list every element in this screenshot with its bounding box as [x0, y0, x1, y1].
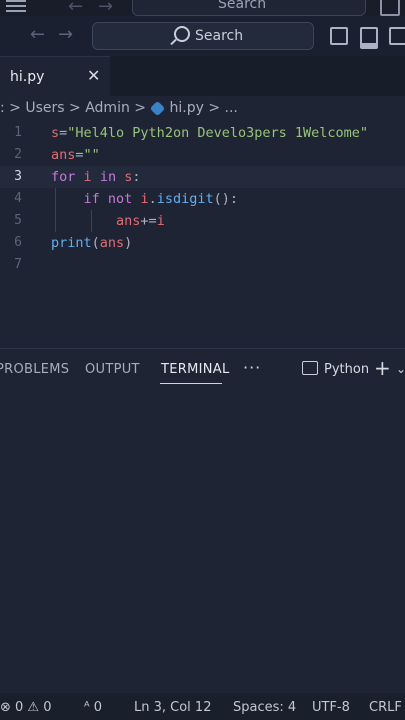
- breadcrumb-sep: >: [134, 100, 147, 116]
- line-number: 1: [14, 125, 22, 140]
- code-line[interactable]: 6 print(ans): [0, 232, 405, 254]
- line-number: 4: [14, 191, 22, 206]
- search-icon: [174, 26, 190, 42]
- line-number: 2: [14, 147, 22, 162]
- toggle-panel-icon[interactable]: [360, 27, 378, 49]
- code-line-active[interactable]: 3 for i in s:: [0, 166, 405, 188]
- line-code: if not i.isdigit():: [83, 191, 239, 207]
- tab-label: hi.py: [10, 69, 45, 85]
- line-number: 6: [14, 235, 22, 250]
- line-code: for i in s:: [51, 169, 141, 185]
- tab-output[interactable]: OUTPUT: [85, 362, 140, 377]
- code-line[interactable]: 1 s="Hel4lo Pyth2on Develo3pers 1Welcome…: [0, 122, 405, 144]
- code-line[interactable]: 4 if not i.isdigit():: [0, 188, 405, 210]
- ghost-back-arrow-icon: ←: [68, 0, 84, 17]
- breadcrumb-sep: >: [208, 100, 221, 116]
- line-number: 3: [14, 169, 22, 184]
- breadcrumb-sep: >: [9, 100, 21, 116]
- line-number: 5: [14, 213, 22, 228]
- line-number: 7: [14, 257, 22, 272]
- indent-guide: [91, 210, 92, 232]
- code-line[interactable]: 5 ans+=i: [0, 210, 405, 232]
- line-code: ans+=i: [116, 213, 165, 229]
- line-code: s="Hel4lo Pyth2on Develo3pers 1Welcome": [51, 125, 369, 141]
- ghost-search-label: Search: [218, 0, 267, 12]
- active-tab-indicator: [160, 383, 222, 384]
- line-code: print(ans): [51, 235, 133, 251]
- forward-arrow-icon[interactable]: →: [58, 24, 73, 45]
- terminal-icon: [302, 361, 318, 375]
- code-line[interactable]: 2 ans="": [0, 144, 405, 166]
- tab-terminal[interactable]: TERMINAL: [161, 362, 230, 377]
- terminal-shell-label[interactable]: Python: [324, 362, 369, 377]
- back-arrow-icon[interactable]: ←: [30, 24, 45, 45]
- breadcrumb-symbols[interactable]: ...: [225, 100, 238, 116]
- indent-guide: [55, 188, 56, 232]
- tab-problems[interactable]: PROBLEMS: [0, 362, 69, 377]
- code-editor[interactable]: 1 s="Hel4lo Pyth2on Develo3pers 1Welcome…: [0, 120, 405, 350]
- code-line[interactable]: 7: [0, 254, 405, 276]
- indentation-status[interactable]: Spaces: 4: [233, 700, 296, 715]
- new-terminal-icon[interactable]: +: [374, 356, 391, 380]
- menu-icon[interactable]: [6, 0, 26, 14]
- toggle-secondary-sidebar-icon[interactable]: [389, 27, 405, 45]
- chevron-down-icon[interactable]: ⌄: [396, 362, 405, 376]
- close-icon[interactable]: ✕: [87, 66, 100, 85]
- breadcrumb-sep: >: [69, 100, 81, 116]
- toggle-sidebar-icon[interactable]: [330, 27, 348, 45]
- breadcrumb-file[interactable]: hi.py: [169, 100, 203, 116]
- python-file-icon: [150, 100, 166, 116]
- search-label: Search: [195, 28, 244, 44]
- breadcrumb-admin[interactable]: Admin: [85, 100, 130, 116]
- ghost-forward-arrow-icon: →: [98, 0, 114, 17]
- breadcrumb-lead: :: [0, 100, 5, 116]
- terminal-panel[interactable]: [0, 349, 405, 693]
- problems-status[interactable]: ⊗ 0 ⚠ 0: [0, 700, 52, 715]
- breadcrumb-users[interactable]: Users: [25, 100, 64, 116]
- breadcrumb: : > Users > Admin > hi.py > ...: [0, 100, 238, 116]
- eol-status[interactable]: CRLF: [369, 700, 402, 715]
- more-actions-icon[interactable]: ···: [243, 358, 261, 377]
- ports-status[interactable]: ᴬ 0: [84, 700, 102, 715]
- ghost-layout-icon: [380, 0, 400, 16]
- line-code: ans="": [51, 147, 100, 163]
- cursor-position-status[interactable]: Ln 3, Col 12: [134, 700, 211, 715]
- encoding-status[interactable]: UTF-8: [312, 700, 350, 715]
